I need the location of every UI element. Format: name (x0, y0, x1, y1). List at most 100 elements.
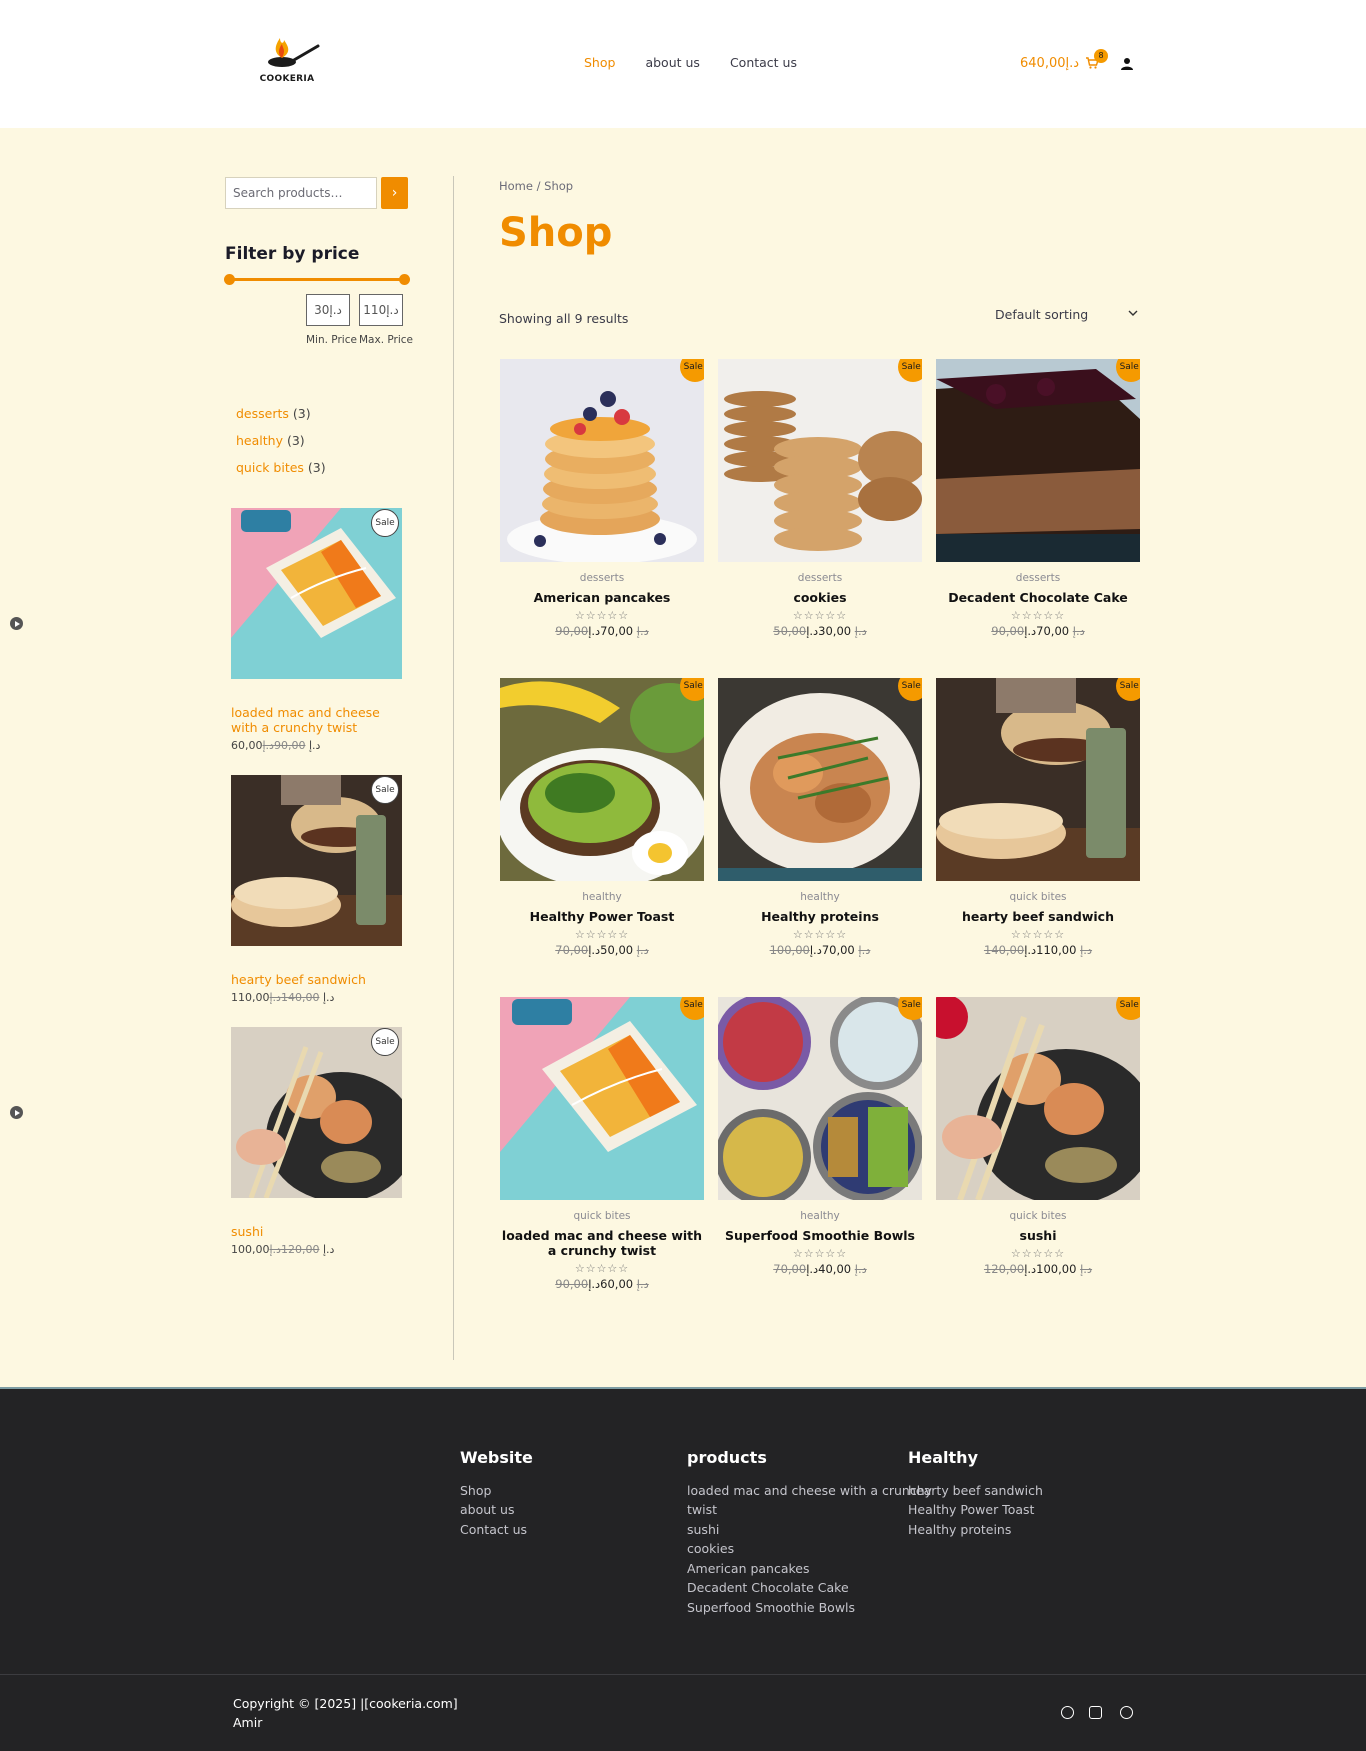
product-name[interactable]: loaded mac and cheese with a crunchy twi… (231, 705, 403, 735)
product-image[interactable]: Sale! (718, 997, 922, 1200)
min-price-label: Min. Price (306, 334, 357, 346)
cookies-photo (718, 359, 922, 562)
category-link[interactable]: healthy (236, 433, 283, 448)
product-category[interactable]: quick bites (936, 1210, 1140, 1222)
footer-link[interactable]: American pancakes (687, 1559, 932, 1579)
sorting-select[interactable]: Default sorting (995, 307, 1139, 322)
product-name[interactable]: Decadent Chocolate Cake (936, 590, 1140, 605)
category-count: (3) (307, 460, 326, 475)
product-name[interactable]: Superfood Smoothie Bowls (718, 1228, 922, 1243)
product-image[interactable]: Sale! (500, 678, 704, 881)
product-image[interactable]: Sale! (936, 678, 1140, 881)
nav-shop[interactable]: Shop (584, 55, 615, 70)
current-price: 70,00د.إ (1024, 624, 1070, 638)
product-image[interactable]: Sale! (936, 359, 1140, 562)
product-name[interactable]: Healthy Power Toast (500, 909, 704, 924)
product-category[interactable]: desserts (936, 572, 1140, 584)
product-name[interactable]: sushi (231, 1224, 403, 1239)
footer-link[interactable]: hearty beef sandwich (908, 1481, 1043, 1501)
product-card: Sale! quick bites sushi ☆☆☆☆☆ 120,00د.إ … (936, 997, 1140, 1276)
star-rating: ☆☆☆☆☆ (1010, 609, 1066, 622)
product-card: Sale! healthy Superfood Smoothie Bowls ☆… (718, 997, 922, 1276)
product-image[interactable]: Sale! (500, 359, 704, 562)
product-image[interactable]: Sale! (500, 997, 704, 1200)
product-category[interactable]: healthy (718, 1210, 922, 1222)
product-category[interactable]: quick bites (500, 1210, 704, 1222)
footer-link[interactable]: Contact us (460, 1520, 533, 1540)
current-price: 40,00د.إ (806, 1262, 852, 1276)
sale-badge: Sale (371, 776, 399, 804)
old-price: 90,00د.إ (262, 739, 306, 752)
footer-link[interactable]: Healthy Power Toast (908, 1500, 1043, 1520)
product-category[interactable]: healthy (500, 891, 704, 903)
product-category[interactable]: quick bites (936, 891, 1140, 903)
footer-website-column: Website Shop about us Contact us (460, 1448, 533, 1539)
product-category[interactable]: healthy (718, 891, 922, 903)
pancakes-photo (500, 359, 704, 562)
product-image[interactable]: Sale! (936, 997, 1140, 1200)
min-price-field[interactable]: 30د.إ (306, 294, 350, 326)
footer-link[interactable]: cookies (687, 1539, 932, 1559)
play-icon[interactable] (10, 1106, 23, 1119)
product-name[interactable]: hearty beef sandwich (936, 909, 1140, 924)
product-price: 70,00د.إ 50,00د.إ (500, 943, 704, 957)
footer-link[interactable]: Healthy proteins (908, 1520, 1043, 1540)
price-slider-min-handle[interactable] (224, 274, 235, 285)
price-slider-track[interactable] (229, 278, 405, 281)
category-count: (3) (292, 406, 311, 421)
product-card: Sale! quick bites hearty beef sandwich ☆… (936, 678, 1140, 957)
play-icon[interactable] (10, 617, 23, 630)
telegram-icon[interactable] (1120, 1706, 1133, 1719)
product-name[interactable]: hearty beef sandwich (231, 972, 403, 987)
main-nav: Shop about us Contact us (584, 55, 797, 70)
product-image[interactable]: Sale! (718, 359, 922, 562)
healthy-proteins-photo (718, 678, 922, 881)
sale-badge: Sale (371, 509, 399, 537)
search-input[interactable]: Search products… (225, 177, 377, 209)
footer-link[interactable]: Shop (460, 1481, 533, 1501)
product-card: Sale! quick bites loaded mac and cheese … (500, 997, 704, 1291)
footer-link[interactable]: Superfood Smoothie Bowls (687, 1598, 932, 1618)
breadcrumb[interactable]: Home / Shop (499, 179, 573, 193)
footer-link[interactable]: twist (687, 1500, 932, 1520)
product-image[interactable]: Sale! (718, 678, 922, 881)
footer-column-title: products (687, 1448, 767, 1467)
product-image[interactable]: Sale (231, 775, 402, 946)
product-card: Sale! healthy Healthy proteins ☆☆☆☆☆ 100… (718, 678, 922, 957)
cart-total[interactable]: 640,00د.إ (1020, 56, 1079, 71)
copyright-author: Amir (233, 1715, 263, 1730)
site-logo[interactable]: COOKERIA (252, 30, 322, 90)
user-icon[interactable] (1120, 57, 1134, 71)
search-button[interactable]: › (381, 177, 408, 209)
instagram-icon[interactable] (1089, 1706, 1102, 1719)
product-name[interactable]: sushi (936, 1228, 1140, 1243)
nav-about-us[interactable]: about us (645, 55, 699, 70)
product-category[interactable]: desserts (718, 572, 922, 584)
category-link[interactable]: quick bites (236, 460, 304, 475)
product-name[interactable]: cookies (718, 590, 922, 605)
nav-contact-us[interactable]: Contact us (730, 55, 797, 70)
product-card: Sale! desserts American pancakes ☆☆☆☆☆ 9… (500, 359, 704, 638)
product-name[interactable]: Healthy proteins (718, 909, 922, 924)
product-category[interactable]: desserts (500, 572, 704, 584)
product-image[interactable]: Sale (231, 508, 402, 679)
footer-link[interactable]: sushi (687, 1520, 932, 1540)
product-card: Sale! desserts cookies ☆☆☆☆☆ 50,00د.إ 30… (718, 359, 922, 638)
old-price: 140,00د.إ (269, 991, 320, 1004)
product-image[interactable]: Sale (231, 1027, 402, 1198)
beef-sandwich-photo (936, 678, 1140, 881)
flame-pan-logo-icon (268, 38, 320, 67)
footer-link[interactable]: Decadent Chocolate Cake (687, 1578, 932, 1598)
product-name[interactable]: loaded mac and cheese with a crunchy twi… (500, 1228, 704, 1258)
max-price-field[interactable]: 110د.إ (359, 294, 403, 326)
product-name[interactable]: American pancakes (500, 590, 704, 605)
category-link[interactable]: desserts (236, 406, 289, 421)
footer-link[interactable]: loaded mac and cheese with a crunchy (687, 1481, 932, 1501)
featured-product: Sale hearty beef sandwich 110,00د.إ 140,… (231, 775, 403, 1004)
price-slider-max-handle[interactable] (399, 274, 410, 285)
facebook-icon[interactable] (1061, 1706, 1074, 1719)
footer-link[interactable]: about us (460, 1500, 533, 1520)
logo-text: COOKERIA (259, 74, 315, 84)
star-rating: ☆☆☆☆☆ (792, 1247, 848, 1260)
product-price: 100,00د.إ 120,00د.إ (231, 1243, 403, 1256)
